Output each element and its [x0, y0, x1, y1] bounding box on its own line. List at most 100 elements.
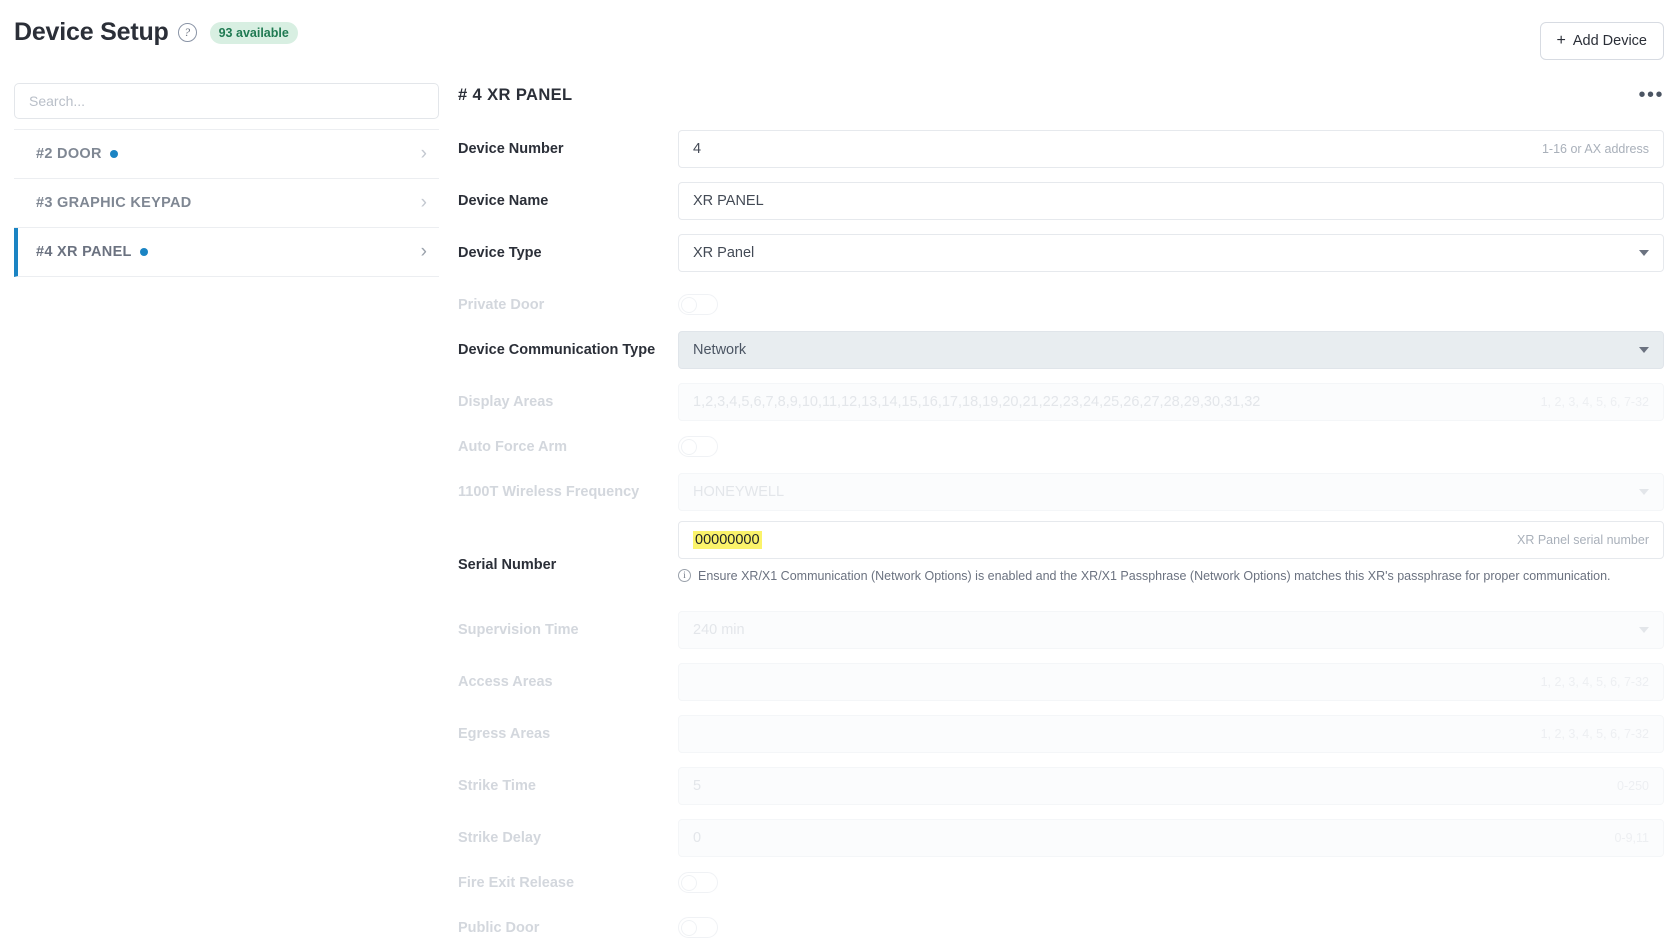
device-setup-page: Device Setup ? 93 available + Add Device…: [0, 0, 1678, 947]
field-control: 5 0-250: [678, 766, 1664, 805]
field-label: Serial Number: [458, 557, 557, 573]
toggle-knob: [681, 296, 697, 313]
field-control: HONEYWELL: [678, 472, 1664, 511]
chevron-right-icon: ›: [420, 143, 427, 164]
field-control: [678, 436, 1664, 457]
row-device-type: Device Type XR Panel: [458, 230, 1664, 275]
chevron-right-icon: ›: [420, 241, 427, 262]
egress-areas-input[interactable]: 1, 2, 3, 4, 5, 6, 7-32: [678, 714, 1664, 753]
field-label: Device Name: [458, 192, 549, 209]
row-supervision-time: Supervision Time 240 min: [458, 607, 1664, 652]
field-label: Supervision Time: [458, 621, 579, 638]
display-areas-input[interactable]: 1,2,3,4,5,6,7,8,9,10,11,12,13,14,15,16,1…: [678, 382, 1664, 421]
field-label: Device Number: [458, 140, 564, 157]
private-door-toggle[interactable]: [678, 294, 718, 315]
field-control: 1, 2, 3, 4, 5, 6, 7-32: [678, 662, 1664, 701]
device-type-select[interactable]: XR Panel: [678, 233, 1664, 272]
chevron-down-icon: [1639, 488, 1649, 495]
public-door-toggle[interactable]: [678, 917, 718, 938]
row-access-areas: Access Areas 1, 2, 3, 4, 5, 6, 7-32: [458, 659, 1664, 704]
field-control: 0 0-9,11: [678, 818, 1664, 857]
field-value: XR PANEL: [693, 192, 764, 209]
field-hint: 1-16 or AX address: [1541, 141, 1649, 156]
field-label: Access Areas: [458, 673, 553, 690]
sidebar-item-xr-panel[interactable]: #4 XR PANEL ›: [14, 228, 439, 277]
strike-delay-input[interactable]: 0 0-9,11: [678, 818, 1664, 857]
toggle-knob: [681, 438, 697, 455]
device-communication-type-select[interactable]: Network: [678, 330, 1664, 369]
field-control: 00000000 XR Panel serial number i Ensure…: [678, 521, 1664, 586]
field-value: Network: [693, 341, 747, 358]
field-control: 1,2,3,4,5,6,7,8,9,10,11,12,13,14,15,16,1…: [678, 382, 1664, 421]
chevron-down-icon: [1639, 249, 1649, 256]
device-number-input[interactable]: 4 1-16 or AX address: [678, 129, 1664, 168]
row-private-door: Private Door: [458, 282, 1664, 327]
field-control: [678, 917, 1664, 938]
search-input[interactable]: [14, 83, 439, 119]
auto-force-arm-toggle[interactable]: [678, 436, 718, 457]
page-header: Device Setup ? 93 available: [14, 18, 298, 47]
question-mark-icon[interactable]: ?: [177, 23, 197, 42]
row-strike-time: Strike Time 5 0-250: [458, 763, 1664, 808]
field-label: Strike Time: [458, 777, 536, 794]
add-device-button[interactable]: + Add Device: [1539, 22, 1664, 60]
row-device-name: Device Name XR PANEL: [458, 178, 1664, 223]
field-value: HONEYWELL: [693, 483, 785, 500]
row-serial-number: Serial Number 00000000 XR Panel serial n…: [458, 521, 1664, 607]
field-control: 1, 2, 3, 4, 5, 6, 7-32: [678, 714, 1664, 753]
field-control: 4 1-16 or AX address: [678, 129, 1664, 168]
panel-header: # 4 XR PANEL •••: [458, 78, 1664, 112]
toggle-knob: [681, 874, 697, 891]
page-title: Device Setup: [14, 18, 169, 46]
field-label: Auto Force Arm: [458, 438, 568, 455]
serial-number-input[interactable]: 00000000 XR Panel serial number: [678, 521, 1664, 559]
field-label: Fire Exit Release: [458, 874, 575, 891]
field-value: 5: [693, 777, 702, 794]
list-item-label: #3 GRAPHIC KEYPAD: [36, 195, 192, 211]
field-hint: 1, 2, 3, 4, 5, 6, 7-32: [1540, 394, 1649, 409]
access-areas-input[interactable]: 1, 2, 3, 4, 5, 6, 7-32: [678, 662, 1664, 701]
wireless-frequency-select[interactable]: HONEYWELL: [678, 472, 1664, 511]
row-device-number: Device Number 4 1-16 or AX address: [458, 126, 1664, 171]
field-hint: 1, 2, 3, 4, 5, 6, 7-32: [1540, 726, 1649, 741]
row-auto-force-arm: Auto Force Arm: [458, 424, 1664, 469]
device-name-input[interactable]: XR PANEL: [678, 181, 1664, 220]
device-form-panel: # 4 XR PANEL ••• Device Number 4 1-16 or…: [458, 78, 1664, 947]
more-options-icon[interactable]: •••: [1638, 85, 1664, 105]
field-label: 1100T Wireless Frequency: [458, 483, 640, 500]
sidebar-item-door[interactable]: #2 DOOR ›: [14, 130, 439, 179]
device-sidebar: #2 DOOR › #3 GRAPHIC KEYPAD › #4 XR PANE…: [14, 83, 439, 277]
fire-exit-release-toggle[interactable]: [678, 872, 718, 893]
row-fire-exit-release: Fire Exit Release: [458, 860, 1664, 905]
field-hint: 1, 2, 3, 4, 5, 6, 7-32: [1540, 674, 1649, 689]
chevron-down-icon: [1639, 346, 1649, 353]
sidebar-item-graphic-keypad[interactable]: #3 GRAPHIC KEYPAD ›: [14, 179, 439, 228]
field-label: Display Areas: [458, 393, 554, 410]
device-form: Device Number 4 1-16 or AX address Devic…: [458, 126, 1664, 947]
row-wireless-frequency: 1100T Wireless Frequency HONEYWELL: [458, 469, 1664, 514]
row-device-communication-type: Device Communication Type Network: [458, 327, 1664, 372]
field-hint: 0-9,11: [1614, 830, 1649, 845]
field-label: Private Door: [458, 296, 545, 313]
row-display-areas: Display Areas 1,2,3,4,5,6,7,8,9,10,11,12…: [458, 379, 1664, 424]
field-value: 240 min: [693, 621, 745, 638]
field-value: 0: [693, 829, 702, 846]
note-text: Ensure XR/X1 Communication (Network Opti…: [698, 569, 1611, 583]
field-value: 4: [693, 140, 702, 157]
strike-time-input[interactable]: 5 0-250: [678, 766, 1664, 805]
field-label: Device Communication Type: [458, 341, 656, 358]
field-value: 00000000: [693, 531, 762, 549]
field-control: Network: [678, 330, 1664, 369]
chevron-down-icon: [1639, 626, 1649, 633]
field-hint: XR Panel serial number: [1516, 533, 1649, 547]
field-label: Egress Areas: [458, 725, 551, 742]
supervision-time-select[interactable]: 240 min: [678, 610, 1664, 649]
field-control: XR Panel: [678, 233, 1664, 272]
device-list: #2 DOOR › #3 GRAPHIC KEYPAD › #4 XR PANE…: [14, 129, 439, 277]
field-control: 240 min: [678, 610, 1664, 649]
info-icon: i: [678, 569, 691, 582]
field-control: [678, 294, 1664, 315]
field-control: [678, 872, 1664, 893]
field-value: 1,2,3,4,5,6,7,8,9,10,11,12,13,14,15,16,1…: [693, 393, 1261, 410]
list-item-label: #4 XR PANEL: [36, 244, 132, 260]
